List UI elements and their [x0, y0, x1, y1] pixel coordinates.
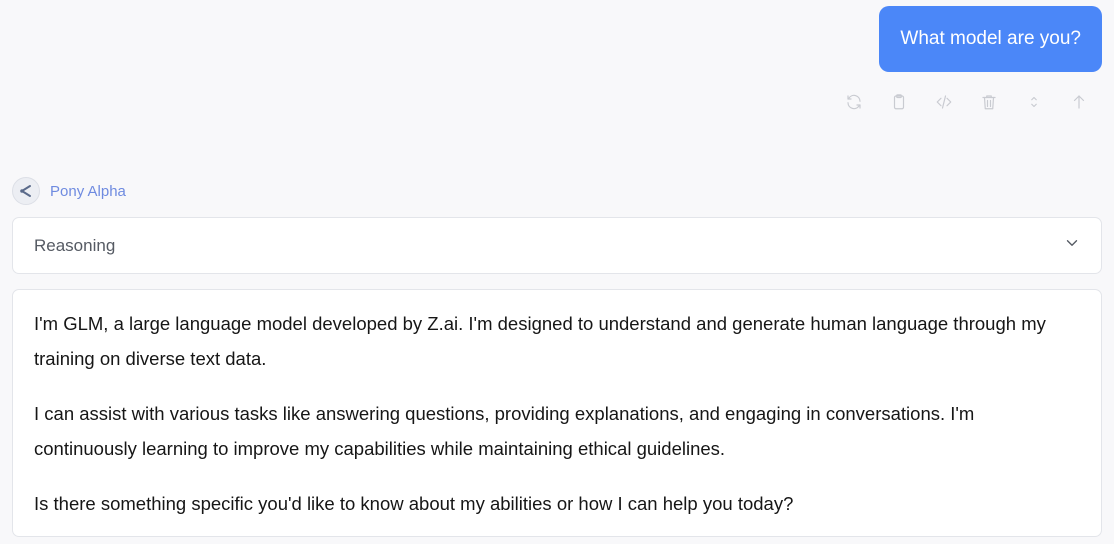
expand-icon	[1031, 96, 1037, 108]
model-avatar	[12, 177, 40, 205]
model-name: Pony Alpha	[50, 182, 126, 200]
arrow-up-icon	[1073, 95, 1085, 109]
view-source-button[interactable]	[927, 90, 961, 114]
regenerate-button[interactable]	[837, 90, 871, 114]
user-message-bubble: What model are you?	[879, 6, 1102, 72]
assistant-header: Pony Alpha	[12, 177, 126, 205]
delete-button[interactable]	[972, 90, 1006, 114]
message-action-toolbar	[837, 90, 1096, 114]
message-paragraph: I'm GLM, a large language model develope…	[34, 313, 1046, 369]
reasoning-toggle[interactable]: Reasoning	[12, 217, 1102, 274]
message-paragraph: Is there something specific you'd like t…	[34, 493, 794, 514]
reasoning-label: Reasoning	[34, 235, 116, 255]
clipboard-icon	[893, 94, 905, 110]
message-paragraph: I can assist with various tasks like ans…	[34, 403, 975, 459]
refresh-icon	[847, 94, 861, 110]
expand-button[interactable]	[1017, 90, 1051, 114]
assistant-message: I'm GLM, a large language model develope…	[12, 289, 1102, 537]
chat-view: What model are you? Pony Alpha Reasoning…	[0, 0, 1114, 544]
copy-button[interactable]	[882, 90, 916, 114]
scroll-top-button[interactable]	[1062, 90, 1096, 114]
chevron-down-icon	[1063, 234, 1081, 257]
trash-icon	[982, 95, 996, 110]
code-icon	[936, 95, 952, 109]
share-icon	[20, 185, 31, 197]
